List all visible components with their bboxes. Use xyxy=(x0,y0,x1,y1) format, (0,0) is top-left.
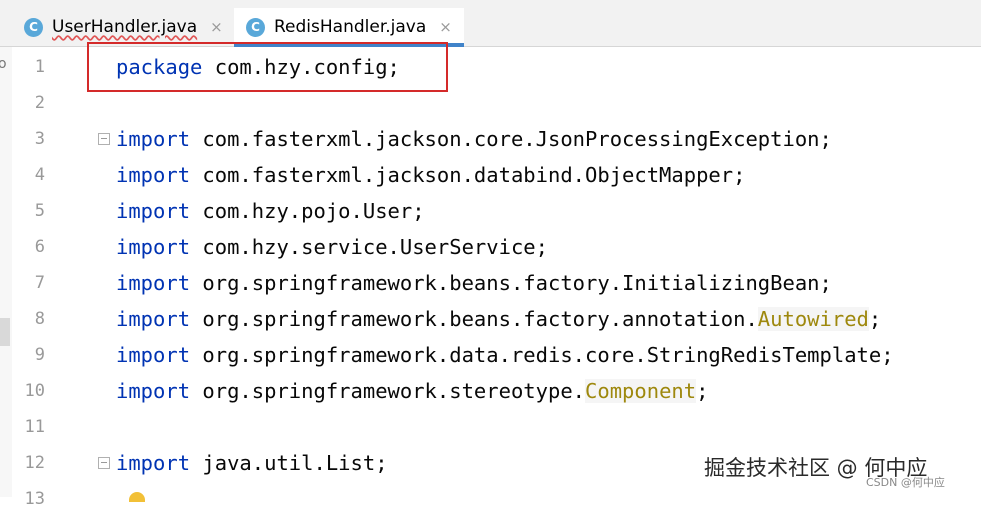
code-token: ; xyxy=(696,379,709,403)
tab-label: UserHandler.java xyxy=(52,17,198,37)
line-number: 10 xyxy=(24,381,45,401)
line-number: 4 xyxy=(34,165,45,185)
code-text: import com.hzy.pojo.User; xyxy=(116,193,425,229)
code-token: org.springframework.stereotype. xyxy=(190,379,586,403)
line-number: 3 xyxy=(34,129,45,149)
keyword-token: import xyxy=(116,451,191,475)
code-text: import com.fasterxml.jackson.core.JsonPr… xyxy=(116,121,832,157)
keyword-token: import xyxy=(116,163,191,187)
annotation-token: Autowired xyxy=(757,307,869,331)
code-line: 13 xyxy=(0,481,981,517)
code-line: 9 import org.springframework.data.redis.c… xyxy=(0,337,981,373)
code-text: import org.springframework.data.redis.co… xyxy=(116,337,894,373)
keyword-token: import xyxy=(116,379,191,403)
lightbulb-icon[interactable] xyxy=(129,492,145,502)
keyword-token: import xyxy=(116,271,191,295)
line-number: 2 xyxy=(34,93,45,113)
tab-label: RedisHandler.java xyxy=(274,17,427,37)
code-line: 11 xyxy=(0,409,981,445)
line-number: 13 xyxy=(24,489,45,509)
code-text: import org.springframework.beans.factory… xyxy=(116,301,881,337)
keyword-token: import xyxy=(116,307,191,331)
c-class-icon: C xyxy=(246,17,265,37)
annotation-token: Component xyxy=(585,379,697,403)
close-icon[interactable]: × xyxy=(439,18,452,36)
close-icon[interactable]: × xyxy=(210,18,223,36)
code-text: import org.springframework.stereotype.Co… xyxy=(116,373,708,409)
code-line: 4 import com.fasterxml.jackson.databind.O… xyxy=(0,157,981,193)
keyword-token: import xyxy=(116,127,191,151)
code-token: com.hzy.pojo.User; xyxy=(190,199,425,223)
fold-toggle-icon[interactable] xyxy=(98,457,110,469)
code-line: 5 import com.hzy.pojo.User; xyxy=(0,193,981,229)
line-number: 6 xyxy=(34,237,45,257)
line-number: 5 xyxy=(34,201,45,221)
fold-toggle-icon[interactable] xyxy=(98,133,110,145)
code-line: 10 import org.springframework.stereotype.… xyxy=(0,373,981,409)
keyword-token: import xyxy=(116,199,191,223)
code-token: com.fasterxml.jackson.databind.ObjectMap… xyxy=(190,163,746,187)
code-line: 6 import com.hzy.service.UserService; xyxy=(0,229,981,265)
code-token: java.util.List; xyxy=(190,451,388,475)
line-number: 11 xyxy=(24,417,45,437)
tab-userhandler[interactable]: C UserHandler.java × xyxy=(12,8,230,46)
line-number: 8 xyxy=(34,309,45,329)
line-number: 1 xyxy=(34,57,45,77)
line-number: 9 xyxy=(34,345,45,365)
code-line: 3 import com.fasterxml.jackson.core.JsonP… xyxy=(0,121,981,157)
code-line: 8 import org.springframework.beans.factor… xyxy=(0,301,981,337)
code-token: ; xyxy=(868,307,882,331)
code-text: import org.springframework.beans.factory… xyxy=(116,265,832,301)
code-text: import com.fasterxml.jackson.databind.Ob… xyxy=(116,157,745,193)
keyword-token: import xyxy=(116,235,191,259)
code-token: com.hzy.service.UserService; xyxy=(190,235,548,259)
code-token: com.fasterxml.jackson.core.JsonProcessin… xyxy=(190,127,832,151)
code-token: org.springframework.beans.factory.annota… xyxy=(190,307,758,331)
code-text: import com.hzy.service.UserService; xyxy=(116,229,548,265)
line-number: 12 xyxy=(24,453,45,473)
line-number: 7 xyxy=(34,273,45,293)
code-text: import java.util.List; xyxy=(116,445,388,481)
highlight-box xyxy=(87,42,448,92)
code-token: org.springframework.beans.factory.Initia… xyxy=(190,271,832,295)
editor-tab-bar: C UserHandler.java × C RedisHandler.java… xyxy=(0,0,981,47)
c-class-icon: C xyxy=(24,17,43,37)
keyword-token: import xyxy=(116,343,191,367)
code-token: org.springframework.data.redis.core.Stri… xyxy=(190,343,894,367)
code-line: 7 import org.springframework.beans.factor… xyxy=(0,265,981,301)
tab-redishandler[interactable]: C RedisHandler.java × xyxy=(234,8,464,47)
watermark-sub: CSDN @何中应 xyxy=(866,476,945,489)
